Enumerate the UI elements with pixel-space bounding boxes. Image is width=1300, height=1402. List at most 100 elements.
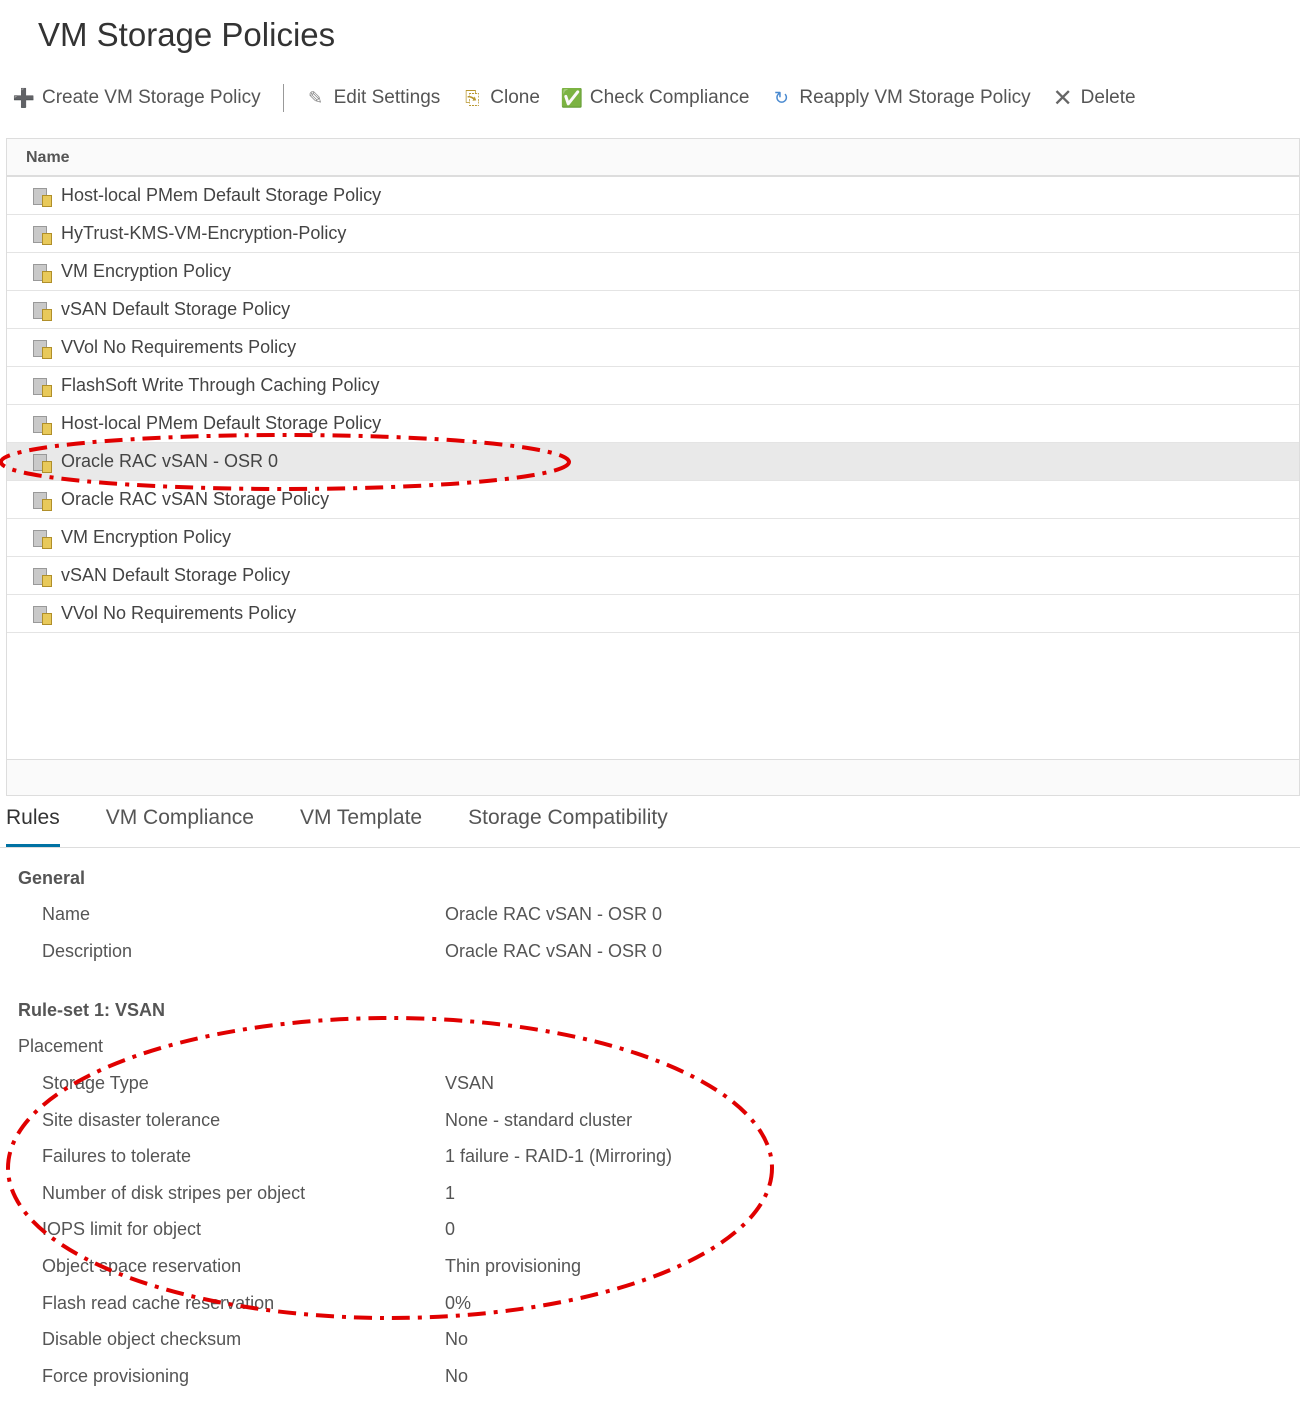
policy-name: Oracle RAC vSAN - OSR 0 <box>61 451 279 471</box>
storage-policy-icon <box>31 565 53 587</box>
storage-policy-icon <box>31 261 53 283</box>
grid-footer <box>7 759 1299 795</box>
tab-storage-compatibility[interactable]: Storage Compatibility <box>468 800 668 847</box>
property-label: Description <box>42 940 133 961</box>
create-policy-button[interactable]: ➕ Create VM Storage Policy <box>12 86 261 110</box>
detail-tabs: Rules VM Compliance VM Template Storage … <box>0 800 1300 848</box>
clone-button[interactable]: ⎘ Clone <box>460 86 540 110</box>
property-row: Number of disk stripes per object 1 <box>42 1183 1242 1204</box>
policy-name: HyTrust-KMS-VM-Encryption-Policy <box>61 223 347 243</box>
property-value: Thin provisioning <box>445 1256 582 1276</box>
storage-policy-icon <box>31 375 53 397</box>
table-row[interactable]: VM Encryption Policy <box>7 253 1299 291</box>
property-label: Failures to tolerate <box>42 1146 192 1167</box>
delete-button[interactable]: ✕ Delete <box>1051 84 1136 112</box>
policy-name: VM Encryption Policy <box>61 527 232 547</box>
property-value: No <box>445 1329 469 1350</box>
placement-heading: Placement <box>18 1036 104 1056</box>
column-header-name[interactable]: Name <box>7 139 1299 177</box>
storage-policy-icon <box>31 223 53 245</box>
table-row[interactable]: VVol No Requirements Policy <box>7 329 1299 367</box>
policy-name: VVol No Requirements Policy <box>61 603 297 623</box>
table-row[interactable]: vSAN Default Storage Policy <box>7 291 1299 329</box>
storage-policy-icon <box>31 489 53 511</box>
storage-policy-icon <box>31 299 53 321</box>
property-value: VSAN <box>445 1073 495 1093</box>
pencil-icon: ✎ <box>308 87 324 108</box>
property-value: 1 <box>445 1182 456 1203</box>
property-row: Disable object checksum No <box>42 1329 1242 1350</box>
clone-icon: ⎘ <box>465 87 480 108</box>
property-value: 1 failure - RAID-1 (Mirroring) <box>445 1146 673 1167</box>
storage-policy-icon <box>31 603 53 625</box>
check-compliance-button[interactable]: ✅ Check Compliance <box>560 86 750 110</box>
property-label: Site disaster tolerance <box>42 1109 221 1130</box>
tab-vm-compliance[interactable]: VM Compliance <box>106 800 254 847</box>
reapply-policy-button[interactable]: ↻ Reapply VM Storage Policy <box>769 86 1031 110</box>
property-row: Name Oracle RAC vSAN - OSR 0 <box>42 904 1242 925</box>
table-row[interactable]: FlashSoft Write Through Caching Policy <box>7 367 1299 405</box>
policy-name: Host-local PMem Default Storage Policy <box>61 413 382 433</box>
policies-grid: Name Host-local PMem Default Storage Pol… <box>6 138 1300 796</box>
storage-policy-icon <box>31 337 53 359</box>
property-label: IOPS limit for object <box>42 1219 202 1240</box>
property-value: 0% <box>445 1292 472 1313</box>
property-label: Disable object checksum <box>42 1329 242 1350</box>
edit-label: Edit Settings <box>333 87 441 108</box>
property-label: Storage Type <box>42 1073 149 1093</box>
table-row[interactable]: vSAN Default Storage Policy <box>7 557 1299 595</box>
policy-name: VM Encryption Policy <box>61 261 232 281</box>
create-label: Create VM Storage Policy <box>42 87 261 108</box>
policy-name: vSAN Default Storage Policy <box>61 565 291 585</box>
policy-name: VVol No Requirements Policy <box>61 337 297 357</box>
create-policy-icon: ➕ <box>12 87 36 108</box>
policy-name: Host-local PMem Default Storage Policy <box>61 185 382 205</box>
policy-name: FlashSoft Write Through Caching Policy <box>61 375 380 395</box>
property-value: 0 <box>445 1219 456 1240</box>
storage-policy-icon <box>31 185 53 207</box>
table-row[interactable]: Host-local PMem Default Storage Policy <box>7 405 1299 443</box>
policy-name: vSAN Default Storage Policy <box>61 299 291 319</box>
storage-policy-icon <box>31 451 53 473</box>
property-row: Failures to tolerate 1 failure - RAID-1 (… <box>42 1146 1242 1167</box>
property-value: No <box>445 1365 469 1386</box>
table-row[interactable]: Oracle RAC vSAN - OSR 0 <box>7 443 1299 481</box>
table-row[interactable]: VM Encryption Policy <box>7 519 1299 557</box>
property-label: Name <box>42 904 91 924</box>
table-row[interactable]: VVol No Requirements Policy <box>7 595 1299 633</box>
property-value: Oracle RAC vSAN - OSR 0 <box>445 940 663 961</box>
page-title: VM Storage Policies <box>38 16 336 53</box>
property-value: None - standard cluster <box>445 1109 633 1130</box>
property-label: Flash read cache reservation <box>42 1292 275 1313</box>
reapply-icon: ↻ <box>773 87 789 108</box>
property-row: Flash read cache reservation 0% <box>42 1293 1242 1314</box>
property-row: Force provisioning No <box>42 1366 1242 1387</box>
storage-policy-icon <box>31 413 53 435</box>
table-row[interactable]: Host-local PMem Default Storage Policy <box>7 177 1299 215</box>
property-label: Force provisioning <box>42 1365 190 1386</box>
toolbar: ➕ Create VM Storage Policy ✎ Edit Settings… <box>12 84 1156 112</box>
property-row: Description Oracle RAC vSAN - OSR 0 <box>42 941 1242 962</box>
tab-rules[interactable]: Rules <box>6 800 60 847</box>
ruleset-heading: Rule-set 1: VSAN <box>18 1000 166 1020</box>
table-row[interactable]: Oracle RAC vSAN Storage Policy <box>7 481 1299 519</box>
table-row[interactable]: HyTrust-KMS-VM-Encryption-Policy <box>7 215 1299 253</box>
property-row: Object space reservation Thin provisionin… <box>42 1256 1242 1277</box>
property-label: Number of disk stripes per object <box>42 1182 306 1203</box>
policy-name: Oracle RAC vSAN Storage Policy <box>61 489 330 509</box>
reapply-label: Reapply VM Storage Policy <box>799 87 1031 108</box>
property-label: Object space reservation <box>42 1256 242 1276</box>
general-heading: General <box>18 868 86 888</box>
property-value: Oracle RAC vSAN - OSR 0 <box>445 904 663 924</box>
close-icon: ✕ <box>1052 84 1073 112</box>
check-compliance-icon: ✅ <box>560 87 584 108</box>
toolbar-divider <box>282 84 284 112</box>
property-row: IOPS limit for object 0 <box>42 1219 1242 1240</box>
edit-settings-button[interactable]: ✎ Edit Settings <box>304 86 441 110</box>
property-row: Storage Type VSAN <box>42 1073 1242 1094</box>
clone-label: Clone <box>490 87 540 108</box>
delete-label: Delete <box>1080 87 1136 108</box>
storage-policy-icon <box>31 527 53 549</box>
check-label: Check Compliance <box>589 87 750 108</box>
tab-vm-template[interactable]: VM Template <box>300 800 422 847</box>
